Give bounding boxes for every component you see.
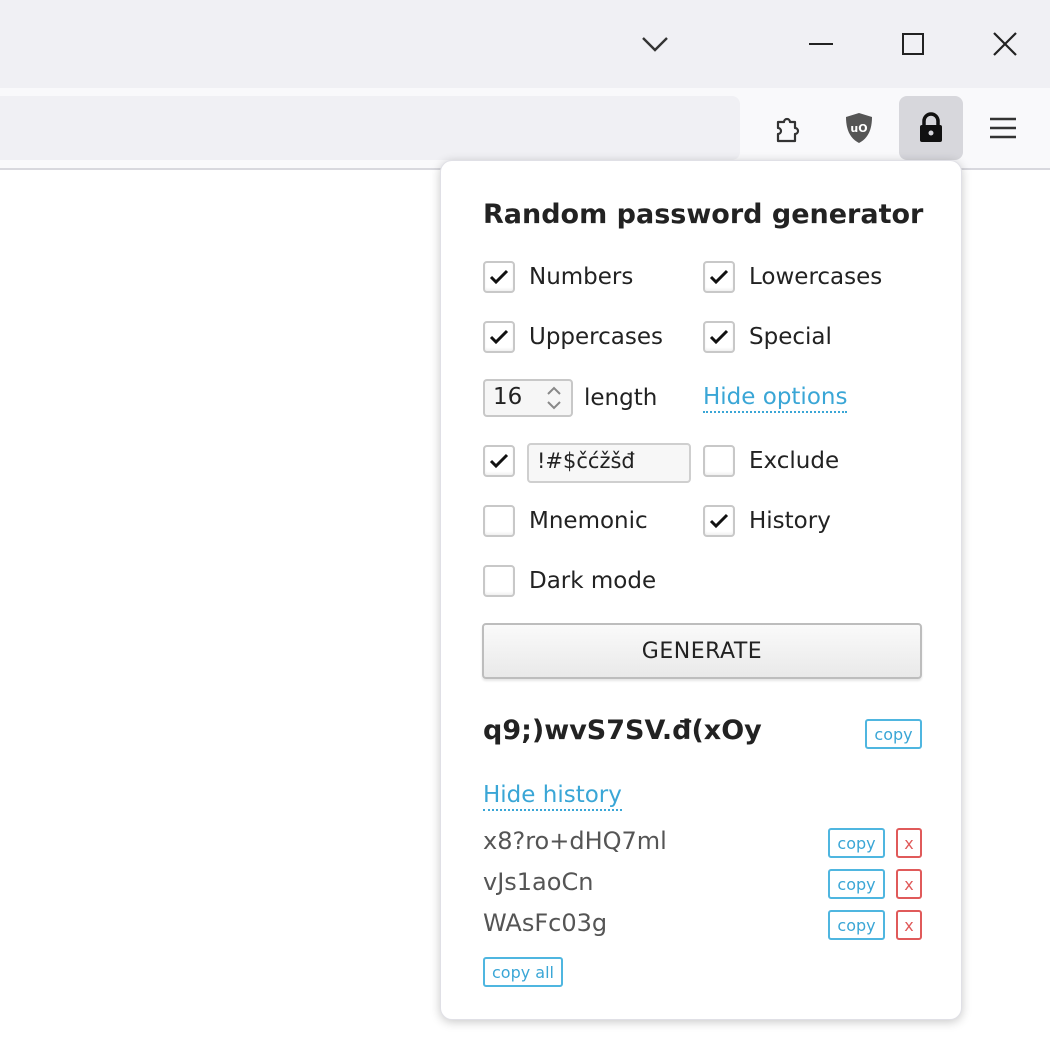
history-checkbox[interactable]: [703, 505, 735, 537]
hamburger-menu-icon[interactable]: [971, 96, 1035, 160]
dark-mode-checkbox[interactable]: [483, 565, 515, 597]
custom-chars-input[interactable]: !#$čćžšđ: [527, 443, 691, 483]
title-bar: [0, 0, 1050, 88]
maximize-icon[interactable]: [883, 14, 943, 74]
generated-password: q9;)wvS7SV.đ(xOy: [483, 715, 762, 746]
dark-mode-label: Dark mode: [529, 568, 657, 594]
mnemonic-label: Mnemonic: [529, 508, 648, 534]
special-label: Special: [749, 324, 832, 350]
numbers-label: Numbers: [529, 264, 634, 290]
url-bar[interactable]: [0, 96, 740, 160]
extensions-puzzle-icon[interactable]: [756, 96, 820, 160]
delete-history-button[interactable]: x: [896, 828, 922, 858]
copy-all-button[interactable]: copy all: [483, 957, 563, 987]
history-item: WAsFc03g: [483, 909, 608, 937]
uppercases-label: Uppercases: [529, 324, 663, 350]
lock-icon[interactable]: [899, 96, 963, 160]
uppercases-checkbox[interactable]: [483, 321, 515, 353]
delete-history-button[interactable]: x: [896, 910, 922, 940]
minimize-icon[interactable]: [791, 14, 851, 74]
close-icon[interactable]: [975, 14, 1035, 74]
ublock-shield-icon[interactable]: uO: [827, 96, 891, 160]
popup-title: Random password generator: [483, 199, 924, 230]
custom-chars-checkbox[interactable]: [483, 445, 515, 477]
copy-history-button[interactable]: copy: [828, 910, 885, 940]
hide-history-link[interactable]: Hide history: [483, 781, 622, 811]
copy-history-button[interactable]: copy: [828, 869, 885, 899]
length-number-input[interactable]: 16: [483, 379, 573, 417]
history-item: vJs1aoCn: [483, 868, 594, 896]
history-item: x8?ro+dHQ7ml: [483, 827, 667, 855]
hide-options-link[interactable]: Hide options: [703, 383, 848, 413]
length-label: length: [584, 385, 658, 411]
delete-history-button[interactable]: x: [896, 869, 922, 899]
special-checkbox[interactable]: [703, 321, 735, 353]
lowercases-checkbox[interactable]: [703, 261, 735, 293]
lowercases-label: Lowercases: [749, 264, 883, 290]
length-value: 16: [493, 384, 523, 410]
password-generator-popup: Random password generator Numbers Lowerc…: [440, 160, 962, 1020]
svg-text:uO: uO: [850, 122, 867, 135]
tab-list-chevron-icon[interactable]: [625, 14, 685, 74]
navigation-toolbar: uO: [0, 88, 1050, 170]
exclude-label: Exclude: [749, 448, 840, 474]
copy-history-button[interactable]: copy: [828, 828, 885, 858]
history-label: History: [749, 508, 831, 534]
mnemonic-checkbox[interactable]: [483, 505, 515, 537]
copy-password-button[interactable]: copy: [865, 719, 922, 749]
numbers-checkbox[interactable]: [483, 261, 515, 293]
generate-button[interactable]: GENERATE: [482, 623, 922, 679]
exclude-checkbox[interactable]: [703, 445, 735, 477]
length-spinner-icon[interactable]: [541, 383, 567, 413]
